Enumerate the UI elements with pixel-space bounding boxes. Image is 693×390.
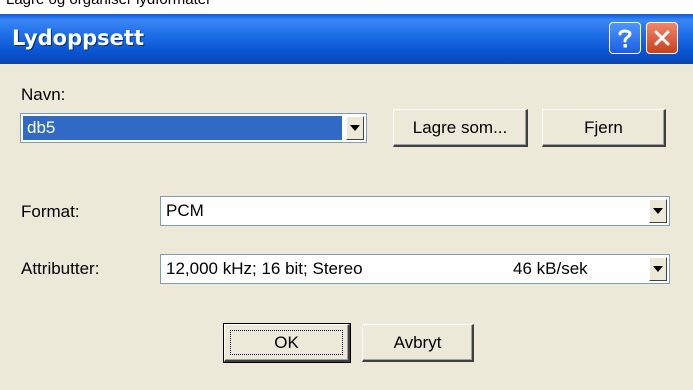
name-select-text: db5	[27, 118, 56, 137]
remove-button[interactable]: Fjern	[542, 109, 666, 147]
save-as-button[interactable]: Lagre som...	[393, 109, 528, 147]
format-select[interactable]: PCM	[160, 196, 670, 226]
chevron-down-icon	[653, 208, 663, 214]
title-bar[interactable]: Lydoppsett	[0, 14, 693, 64]
cancel-button[interactable]: Avbryt	[362, 324, 474, 362]
name-dropdown-button[interactable]	[346, 116, 364, 140]
attributes-label: Attributter:	[21, 259, 100, 278]
format-value: PCM	[166, 201, 204, 220]
attributes-value: 12,000 kHz; 16 bit; Stereo	[166, 259, 363, 278]
save-as-label: Lagre som...	[412, 117, 508, 137]
ok-button[interactable]: OK	[223, 323, 351, 363]
question-mark-icon	[618, 29, 632, 48]
chevron-down-icon	[653, 266, 663, 272]
attributes-rate: 46 kB/sek	[513, 259, 588, 278]
background-window-edge: Lagre og organiser lydformater	[0, 0, 693, 14]
help-button[interactable]	[609, 22, 641, 54]
background-window-text: Lagre og organiser lydformater	[6, 0, 211, 8]
sound-settings-dialog: Lydoppsett Navn: db5 Lagre som... Fjern	[0, 14, 693, 390]
name-label: Navn:	[21, 85, 66, 104]
name-select[interactable]: db5	[20, 113, 367, 143]
dialog-title: Lydoppsett	[12, 26, 144, 50]
cancel-label: Avbryt	[393, 332, 442, 352]
format-dropdown-button[interactable]	[649, 199, 667, 223]
close-button[interactable]	[646, 22, 678, 54]
attributes-dropdown-button[interactable]	[649, 257, 667, 281]
remove-label: Fjern	[584, 117, 623, 137]
attributes-select[interactable]: 12,000 kHz; 16 bit; Stereo 46 kB/sek	[160, 254, 670, 284]
name-select-value: db5	[23, 116, 342, 140]
focus-rectangle	[230, 330, 343, 355]
format-label: Format:	[21, 202, 80, 221]
chevron-down-icon	[350, 125, 360, 131]
close-x-icon	[654, 30, 670, 46]
